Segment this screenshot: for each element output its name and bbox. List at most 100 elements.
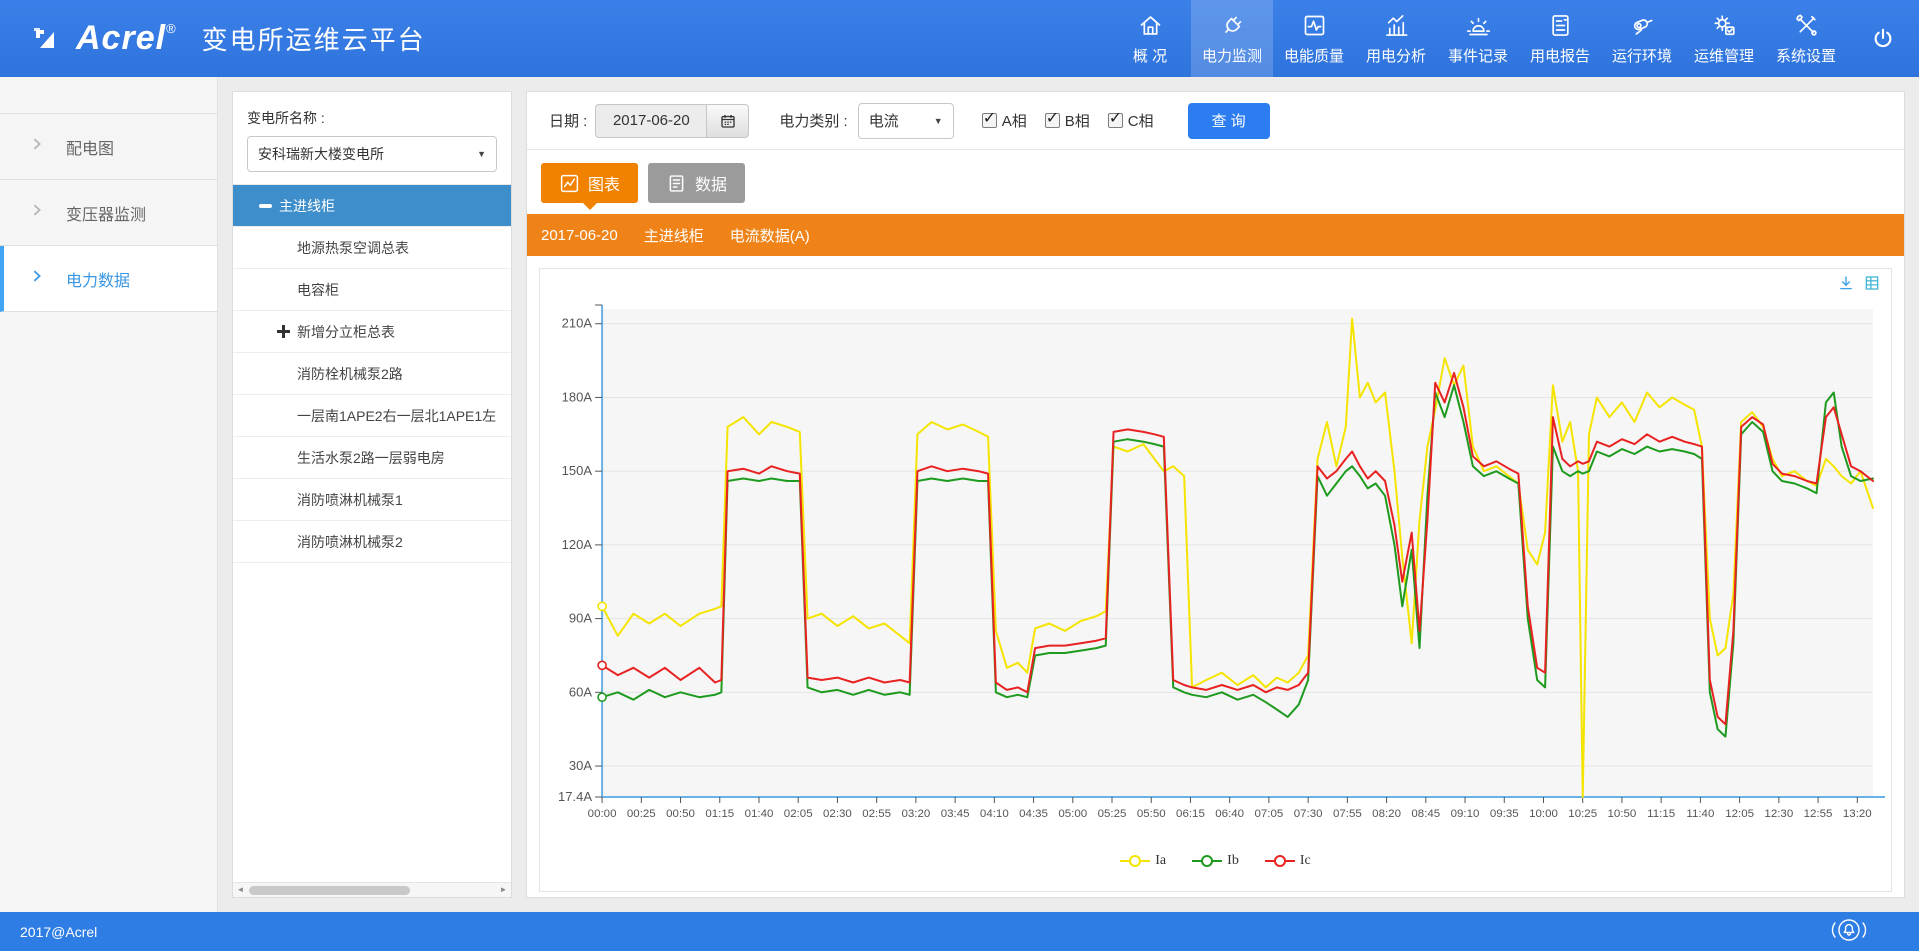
notification-bell-icon[interactable] bbox=[1827, 916, 1871, 947]
date-input[interactable]: 2017-06-20 bbox=[595, 104, 707, 138]
tree-item[interactable]: 消防喷淋机械泵2 bbox=[233, 521, 511, 563]
tree-item[interactable]: 一层南1APE2右一层北1APE1左 bbox=[233, 395, 511, 437]
tree-item[interactable]: 新增分立柜总表 bbox=[233, 311, 511, 353]
chevron-down-icon: ▼ bbox=[934, 116, 943, 126]
tab-data-label: 数据 bbox=[695, 171, 727, 195]
substation-select[interactable]: 安科瑞新大楼变电所 ▼ bbox=[247, 136, 497, 172]
tree-item[interactable]: 消防喷淋机械泵1 bbox=[233, 479, 511, 521]
nav-item-environment[interactable]: 运行环境 bbox=[1601, 0, 1683, 77]
tree-scrollbar[interactable]: ◄ ► bbox=[233, 882, 511, 897]
nav-item-power-quality[interactable]: 电能质量 bbox=[1273, 0, 1355, 77]
nav-item-label: 系统设置 bbox=[1776, 45, 1836, 66]
svg-text:04:35: 04:35 bbox=[1019, 808, 1048, 820]
svg-text:11:40: 11:40 bbox=[1686, 808, 1714, 820]
phase-checkbox-a[interactable]: ✓A相 bbox=[982, 110, 1027, 131]
tree-item-label: 地源热泵空调总表 bbox=[297, 238, 409, 258]
nav-item-overview[interactable]: 概 况 bbox=[1109, 0, 1191, 77]
scroll-right-icon[interactable]: ► bbox=[496, 883, 511, 897]
svg-text:03:45: 03:45 bbox=[941, 808, 970, 820]
tab-data[interactable]: 数据 bbox=[648, 163, 745, 203]
sidebar-item-distribution-diagram[interactable]: 配电图 bbox=[0, 114, 217, 180]
search-button[interactable]: 查 询 bbox=[1188, 103, 1270, 139]
category-select[interactable]: 电流 ▼ bbox=[858, 103, 954, 139]
expand-plus-icon[interactable] bbox=[277, 325, 290, 338]
legend-item-ib[interactable]: Ib bbox=[1192, 853, 1239, 869]
nav-item-power-monitoring[interactable]: 电力监测 bbox=[1191, 0, 1273, 77]
phase-checkbox-c[interactable]: ✓ C相 bbox=[1108, 110, 1154, 131]
legend-item-ic[interactable]: Ic bbox=[1265, 853, 1311, 869]
svg-text:02:55: 02:55 bbox=[862, 808, 891, 820]
nav-item-label: 用电报告 bbox=[1530, 45, 1590, 66]
tree-item-label: 主进线柜 bbox=[279, 196, 335, 216]
tree-item[interactable]: 消防栓机械泵2路 bbox=[233, 353, 511, 395]
svg-text:12:05: 12:05 bbox=[1725, 808, 1754, 820]
sidebar-item-label: 电力数据 bbox=[66, 267, 130, 291]
svg-text:10:50: 10:50 bbox=[1608, 808, 1637, 820]
tree-item-label: 生活水泵2路一层弱电房 bbox=[297, 448, 445, 468]
copyright-text: 2017@Acrel bbox=[20, 924, 97, 940]
svg-text:09:35: 09:35 bbox=[1490, 808, 1519, 820]
main-panel: 日期 : 2017-06-20 电力类别 : 电流 ▼ ✓A相✓B相✓C相 查 … bbox=[526, 91, 1905, 898]
alarm-icon bbox=[1465, 12, 1492, 39]
legend-label: Ib bbox=[1227, 853, 1239, 869]
phase-label: C相 bbox=[1128, 110, 1154, 131]
svg-text:150A: 150A bbox=[562, 463, 593, 478]
registered-mark: ® bbox=[166, 21, 176, 36]
pulse-icon bbox=[1301, 12, 1328, 39]
svg-text:08:20: 08:20 bbox=[1372, 808, 1401, 820]
sidebar: 配电图变压器监测电力数据 bbox=[0, 77, 218, 912]
legend-item-ia[interactable]: Ia bbox=[1120, 853, 1166, 869]
checkbox-icon[interactable]: ✓ bbox=[1108, 113, 1123, 128]
banner-metric: 电流数据(A) bbox=[730, 225, 810, 246]
chart-container: 17.4A30A60A90A120A150A180A210A00:0000:25… bbox=[539, 268, 1892, 892]
gear-icon bbox=[1711, 12, 1738, 39]
export-table-icon[interactable] bbox=[1863, 274, 1881, 292]
scrollbar-thumb[interactable] bbox=[249, 886, 410, 895]
svg-text:01:40: 01:40 bbox=[745, 808, 774, 820]
scroll-left-icon[interactable]: ◄ bbox=[233, 883, 248, 897]
nav-item-ops-management[interactable]: 运维管理 bbox=[1683, 0, 1765, 77]
tree-item-label: 消防喷淋机械泵1 bbox=[297, 490, 403, 510]
substation-select-group: 变电所名称 : 安科瑞新大楼变电所 ▼ bbox=[233, 92, 511, 184]
svg-text:05:00: 05:00 bbox=[1058, 808, 1087, 820]
chevron-right-icon bbox=[30, 269, 44, 288]
current-chart[interactable]: 17.4A30A60A90A120A150A180A210A00:0000:25… bbox=[546, 293, 1885, 841]
checkbox-icon[interactable]: ✓ bbox=[1045, 113, 1060, 128]
tree-item-label: 电容柜 bbox=[297, 280, 339, 300]
sidebar-item-power-data[interactable]: 电力数据 bbox=[0, 246, 217, 312]
svg-text:03:20: 03:20 bbox=[901, 808, 930, 820]
chart-title-banner: 2017-06-20 主进线柜 电流数据(A) bbox=[527, 214, 1904, 256]
svg-text:07:55: 07:55 bbox=[1333, 808, 1362, 820]
tab-chart[interactable]: 图表 bbox=[541, 163, 638, 203]
svg-text:180A: 180A bbox=[562, 389, 593, 404]
legend-marker-icon bbox=[1192, 854, 1222, 868]
svg-text:120A: 120A bbox=[562, 537, 593, 552]
download-icon[interactable] bbox=[1837, 274, 1855, 292]
tree-item-label: 一层南1APE2右一层北1APE1左 bbox=[297, 406, 496, 426]
sidebar-item-transformer-monitoring[interactable]: 变压器监测 bbox=[0, 180, 217, 246]
svg-text:09:10: 09:10 bbox=[1451, 808, 1480, 820]
phase-checkbox-b[interactable]: ✓ B相 bbox=[1045, 110, 1090, 131]
collapse-minus-icon[interactable] bbox=[259, 204, 272, 208]
nav-item-usage-analysis[interactable]: 用电分析 bbox=[1355, 0, 1437, 77]
logout-button[interactable] bbox=[1847, 0, 1919, 77]
nav-item-usage-report[interactable]: 用电报告 bbox=[1519, 0, 1601, 77]
nav-item-event-records[interactable]: 事件记录 bbox=[1437, 0, 1519, 77]
chevron-right-icon bbox=[30, 137, 44, 156]
phase-label: B相 bbox=[1065, 110, 1090, 131]
nav-item-system-settings[interactable]: 系统设置 bbox=[1765, 0, 1847, 77]
substation-select-value: 安科瑞新大楼变电所 bbox=[258, 144, 384, 164]
svg-text:06:40: 06:40 bbox=[1215, 808, 1244, 820]
checkbox-icon[interactable]: ✓ bbox=[982, 113, 997, 128]
tree-item[interactable]: 电容柜 bbox=[233, 269, 511, 311]
tree-item[interactable]: 生活水泵2路一层弱电房 bbox=[233, 437, 511, 479]
document-icon bbox=[666, 173, 687, 194]
legend-marker-icon bbox=[1265, 854, 1295, 868]
svg-text:06:15: 06:15 bbox=[1176, 808, 1205, 820]
tree-item[interactable]: 主进线柜 bbox=[233, 185, 511, 227]
calendar-button[interactable] bbox=[707, 104, 749, 138]
tree-item[interactable]: 地源热泵空调总表 bbox=[233, 227, 511, 269]
svg-text:10:00: 10:00 bbox=[1529, 808, 1558, 820]
acrel-logo-icon bbox=[30, 22, 70, 56]
tools-icon bbox=[1793, 12, 1820, 39]
